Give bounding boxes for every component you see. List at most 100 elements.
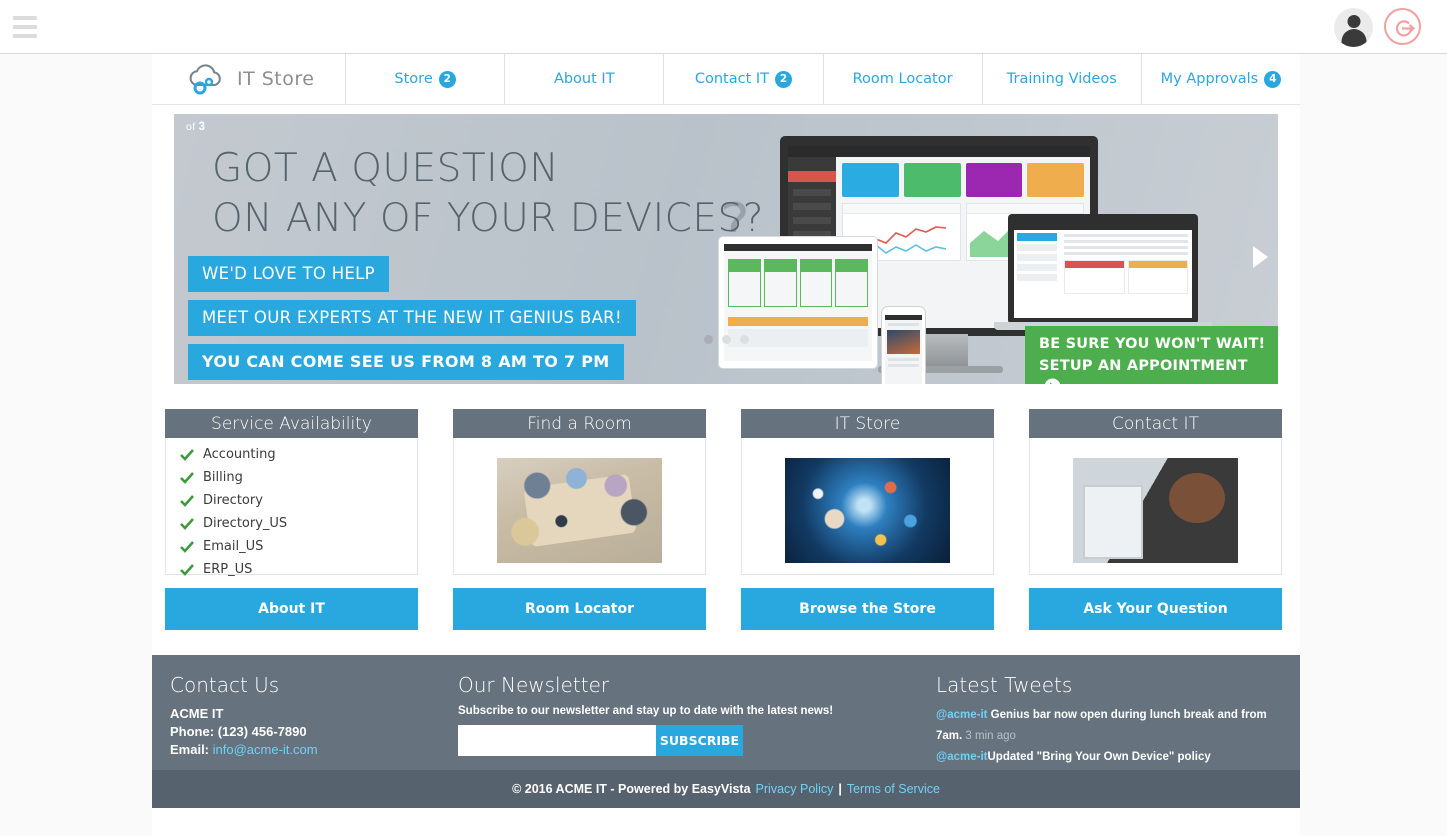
nav-item-room-locator[interactable]: Room Locator [822, 54, 982, 104]
tweet-handle[interactable]: @acme-it [936, 709, 987, 721]
pricing-card [835, 259, 868, 307]
copyright-text: © 2016 ACME IT - Powered by EasyVista [512, 782, 751, 796]
carousel-dot-1[interactable] [703, 335, 713, 344]
pricing-card-header [836, 260, 867, 272]
hamburger-line [13, 25, 37, 29]
power-logout-icon[interactable] [1384, 8, 1421, 45]
laptop-text-line [1064, 246, 1188, 249]
main-nav: IT Store Store 2 About IT Contact IT 2 R… [152, 54, 1300, 105]
footer-phone-label: Phone: [170, 724, 215, 739]
laptop-sidebar-item [1017, 274, 1057, 281]
card-image-wrap [453, 438, 706, 575]
laptop-text-line [1064, 240, 1188, 243]
copyright-bar: © 2016 ACME IT - Powered by EasyVista Pr… [152, 770, 1300, 808]
card-cta-room-locator[interactable]: Room Locator [453, 588, 706, 630]
user-avatar-icon[interactable] [1334, 8, 1373, 47]
footer-newsletter-subtitle: Subscribe to our newsletter and stay up … [458, 705, 834, 717]
hero-tag-3: YOU CAN COME SEE US FROM 8 AM TO 7 PM [188, 344, 624, 380]
laptop-text-line [1064, 234, 1188, 237]
site-footer: Contact Us ACME IT Phone: (123) 456-7890… [152, 655, 1300, 770]
green-check-icon [180, 517, 194, 530]
card-cta-ask-question[interactable]: Ask Your Question [1029, 588, 1282, 630]
laptop-sidebar-active [1017, 233, 1057, 241]
pricing-card [799, 259, 833, 307]
footer-contact-title: Contact Us [170, 673, 280, 697]
pricing-card-header [729, 260, 760, 272]
tablet-topbar [724, 244, 872, 251]
hamburger-line [13, 16, 37, 20]
carousel-dots [152, 335, 1300, 349]
tablet-device [718, 236, 878, 369]
carousel-counter: of 3 [186, 121, 205, 133]
footer-contact: Contact Us ACME IT Phone: (123) 456-7890… [170, 673, 458, 770]
nav-label: Contact IT [694, 71, 770, 87]
card-title: IT Store [741, 409, 994, 438]
service-row: Email_US [180, 539, 417, 554]
nav-badge: 2 [438, 70, 456, 88]
kpi-tile [903, 163, 961, 197]
brand-logo[interactable]: IT Store [152, 54, 345, 104]
nav-item-store[interactable]: Store 2 [345, 54, 504, 104]
kpi-row [842, 163, 1084, 197]
site-container: IT Store Store 2 About IT Contact IT 2 R… [152, 54, 1300, 836]
privacy-policy-link[interactable]: Privacy Policy [756, 782, 834, 796]
panel-header [966, 204, 1083, 214]
sidebar-item [793, 189, 831, 196]
carousel-next-button[interactable] [1253, 246, 1268, 268]
kpi-tile [1027, 163, 1084, 197]
service-name: Billing [203, 470, 243, 485]
nav-badge: 4 [1264, 70, 1282, 88]
service-availability-list: Accounting Billing Directory Directory_U… [165, 438, 418, 577]
card-cta-browse-store[interactable]: Browse the Store [741, 588, 994, 630]
laptop-table [1064, 260, 1125, 294]
tweet-item: @acme-itUpdated "Bring Your Own Device" … [936, 747, 1278, 768]
pricing-card [763, 259, 797, 307]
footer-tweets: Latest Tweets @acme-it Genius bar now op… [936, 673, 1278, 770]
service-row: Directory_US [180, 516, 417, 531]
pricing-card-header [800, 260, 832, 272]
service-row: ERP_US [180, 562, 417, 577]
hamburger-icon[interactable] [13, 16, 37, 38]
nav-item-training-videos[interactable]: Training Videos [981, 54, 1141, 104]
browser-viewport: IT Store Store 2 About IT Contact IT 2 R… [0, 54, 1447, 836]
monitor-topbar [788, 146, 1090, 157]
footer-email-row: Email: info@acme-it.com [170, 741, 458, 759]
footer-email-label: Email: [170, 742, 210, 757]
avatar-head [1347, 15, 1360, 28]
sidebar-active-item [788, 171, 836, 182]
laptop-table-row [1064, 260, 1188, 294]
pricing-card-header [764, 260, 796, 272]
avatar-body [1341, 29, 1366, 47]
carousel-dot-3[interactable] [739, 335, 749, 344]
tablet-alert-bar [728, 317, 868, 326]
service-row: Billing [180, 470, 417, 485]
app-root: IT Store Store 2 About IT Contact IT 2 R… [0, 0, 1447, 836]
pricing-card-row [724, 251, 872, 315]
newsletter-email-input[interactable] [458, 725, 656, 756]
nav-item-contact-it[interactable]: Contact IT 2 [663, 54, 822, 104]
nav-item-about-it[interactable]: About IT [504, 54, 663, 104]
hero-tag-2: MEET OUR EXPERTS AT THE NEW IT GENIUS BA… [188, 300, 636, 336]
laptop-screen [1014, 222, 1192, 318]
copyright-divider: | [838, 782, 842, 796]
appointment-banner-line2: SETUP AN APPOINTMENT [1039, 355, 1268, 384]
green-check-icon [180, 448, 194, 461]
hero-tag-row: YOU CAN COME SEE US FROM 8 AM TO 7 PM [188, 344, 636, 384]
nav-badge: 2 [775, 70, 793, 88]
card-image-wrap [1029, 438, 1282, 575]
phone-text-line [888, 358, 919, 361]
top-bar [0, 0, 1447, 54]
sidebar-item [793, 203, 831, 210]
footer-newsletter-title: Our Newsletter [458, 673, 610, 697]
terms-of-service-link[interactable]: Terms of Service [847, 782, 940, 796]
carousel-dot-2[interactable] [721, 335, 731, 344]
subscribe-button[interactable]: SUBSCRIBE [656, 725, 743, 756]
appointment-banner-text: SETUP AN APPOINTMENT [1039, 358, 1248, 374]
sidebar-item [793, 217, 831, 224]
hero-tag-list: WE'D LOVE TO HELP MEET OUR EXPERTS AT TH… [188, 256, 636, 384]
card-cta-about-it[interactable]: About IT [165, 588, 418, 630]
nav-item-my-approvals[interactable]: My Approvals 4 [1140, 54, 1300, 104]
nav-label: Training Videos [1006, 71, 1117, 87]
footer-email-link[interactable]: info@acme-it.com [213, 742, 318, 757]
tweet-handle[interactable]: @acme-it [936, 751, 987, 763]
